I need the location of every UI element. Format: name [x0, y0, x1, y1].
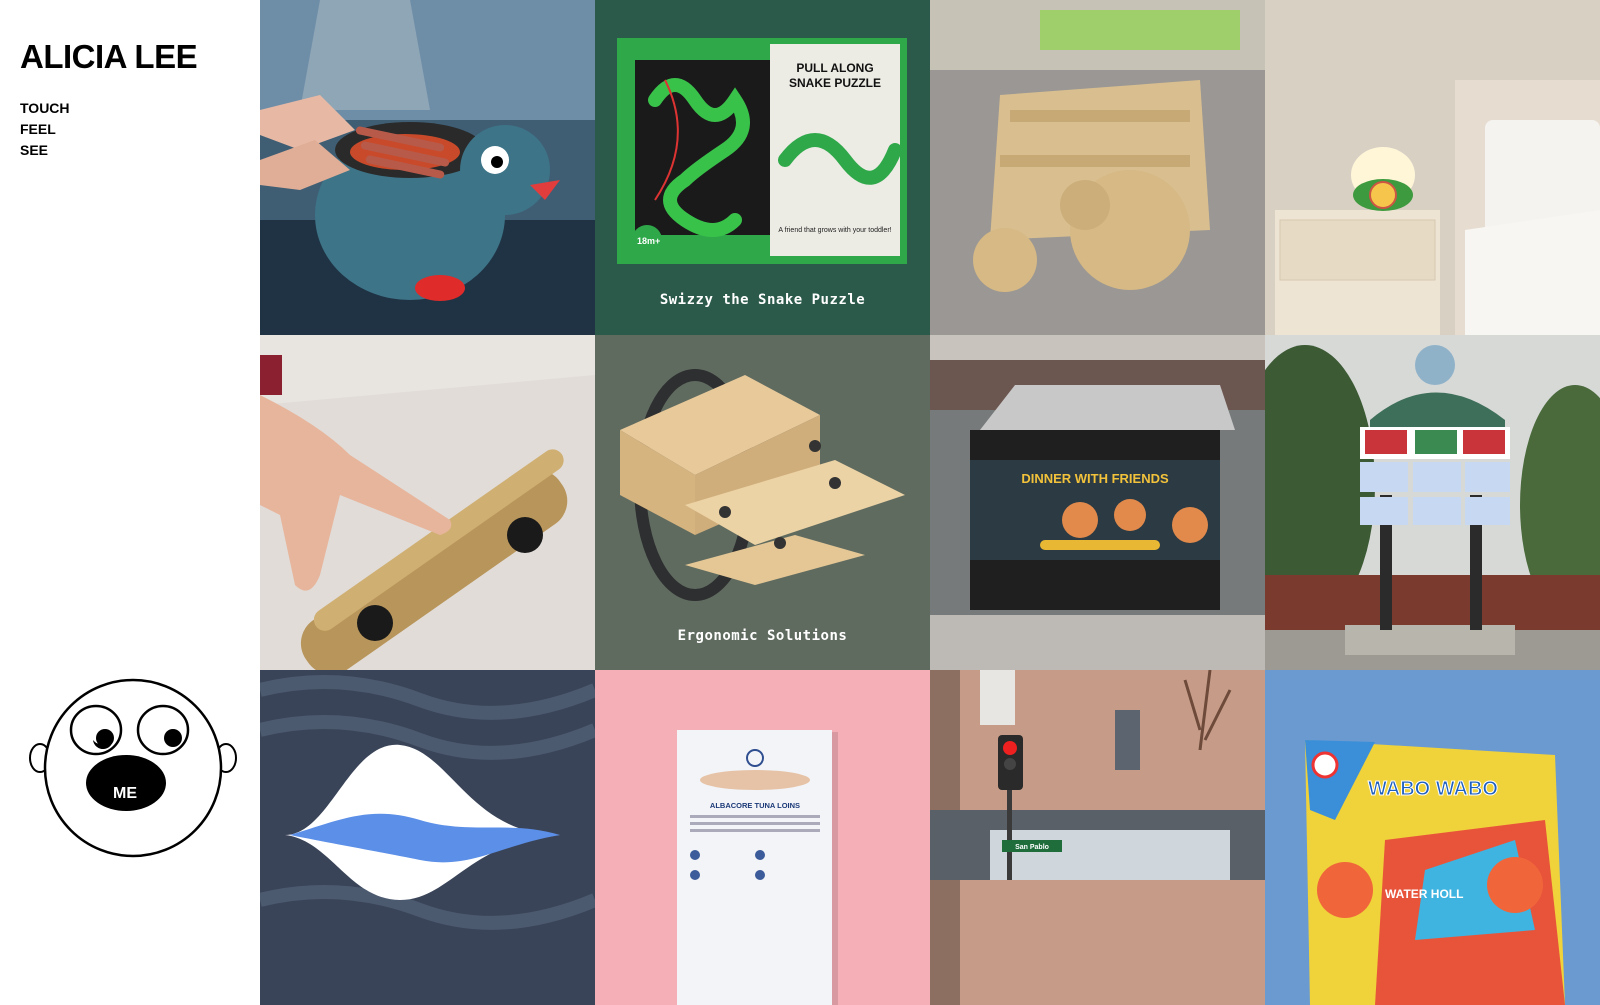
- ergonomic-caption: Ergonomic Solutions: [677, 628, 848, 644]
- kiosk-headline: DINNER WITH FRIENDS: [1021, 471, 1169, 486]
- project-tile-cork-skateboard[interactable]: [260, 335, 595, 670]
- bird-grill-image: [260, 0, 595, 335]
- snake-box-tagline: A friend that grows with your toddler!: [778, 227, 891, 234]
- project-tile-dinner-kiosk[interactable]: DINNER WITH FRIENDS: [930, 335, 1265, 670]
- clock-lamp-image: [1265, 0, 1600, 335]
- cork-skateboard-image: [260, 335, 595, 670]
- wabo-billboard-image: WABO WABO WATER HOLL: [1265, 670, 1600, 1005]
- main-nav: TOUCH FEEL SEE: [20, 98, 70, 161]
- snake-box-title-line1: PULL ALONG: [796, 61, 873, 75]
- me-label: ME: [113, 785, 137, 802]
- snake-puzzle-image: PULL ALONG SNAKE PUZZLE A friend that gr…: [595, 0, 930, 335]
- face-icon: [29, 678, 237, 858]
- wooden-cart-image: [930, 0, 1265, 335]
- project-tile-ergonomic[interactable]: Ergonomic Solutions: [595, 335, 930, 670]
- project-tile-street-corner[interactable]: San Pablo: [930, 670, 1265, 1005]
- snake-box-title-line2: SNAKE PUZZLE: [789, 76, 881, 90]
- project-tile-wabo-billboard[interactable]: WABO WABO WATER HOLL: [1265, 670, 1600, 1005]
- project-tile-tuna-flyer[interactable]: ALBACORE TUNA LOINS: [595, 670, 930, 1005]
- project-tile-bird-grill[interactable]: [260, 0, 595, 335]
- nav-see[interactable]: SEE: [20, 140, 70, 161]
- dinner-kiosk-image: DINNER WITH FRIENDS: [930, 335, 1265, 670]
- sidebar: ALICIA LEE TOUCH FEEL SEE ME: [0, 0, 260, 900]
- ergonomic-image: [595, 335, 930, 670]
- wabo-subtitle: WATER HOLL: [1385, 887, 1463, 901]
- wave-logo-image: [260, 670, 595, 1005]
- street-corner-image: San Pablo: [930, 670, 1265, 1005]
- street-sign: San Pablo: [1015, 844, 1049, 851]
- project-tile-clock-lamp[interactable]: [1265, 0, 1600, 335]
- me-face-button[interactable]: ME: [28, 678, 238, 863]
- plaza-sign-image: [1265, 335, 1600, 670]
- project-tile-wave-logo[interactable]: [260, 670, 595, 1005]
- project-tile-wooden-cart[interactable]: [930, 0, 1265, 335]
- nav-touch[interactable]: TOUCH: [20, 98, 70, 119]
- snake-caption: Swizzy the Snake Puzzle: [659, 292, 866, 308]
- site-title[interactable]: ALICIA LEE: [20, 38, 198, 76]
- snake-age-badge: 18m+: [637, 236, 660, 246]
- project-tile-plaza-sign[interactable]: [1265, 335, 1600, 670]
- wabo-title: WABO WABO: [1368, 778, 1498, 800]
- tuna-flyer-image: ALBACORE TUNA LOINS: [595, 670, 930, 1005]
- project-grid: PULL ALONG SNAKE PUZZLE A friend that gr…: [260, 0, 1600, 1005]
- project-tile-snake-puzzle[interactable]: PULL ALONG SNAKE PUZZLE A friend that gr…: [595, 0, 930, 335]
- nav-feel[interactable]: FEEL: [20, 119, 70, 140]
- tuna-flyer-title: ALBACORE TUNA LOINS: [710, 801, 800, 810]
